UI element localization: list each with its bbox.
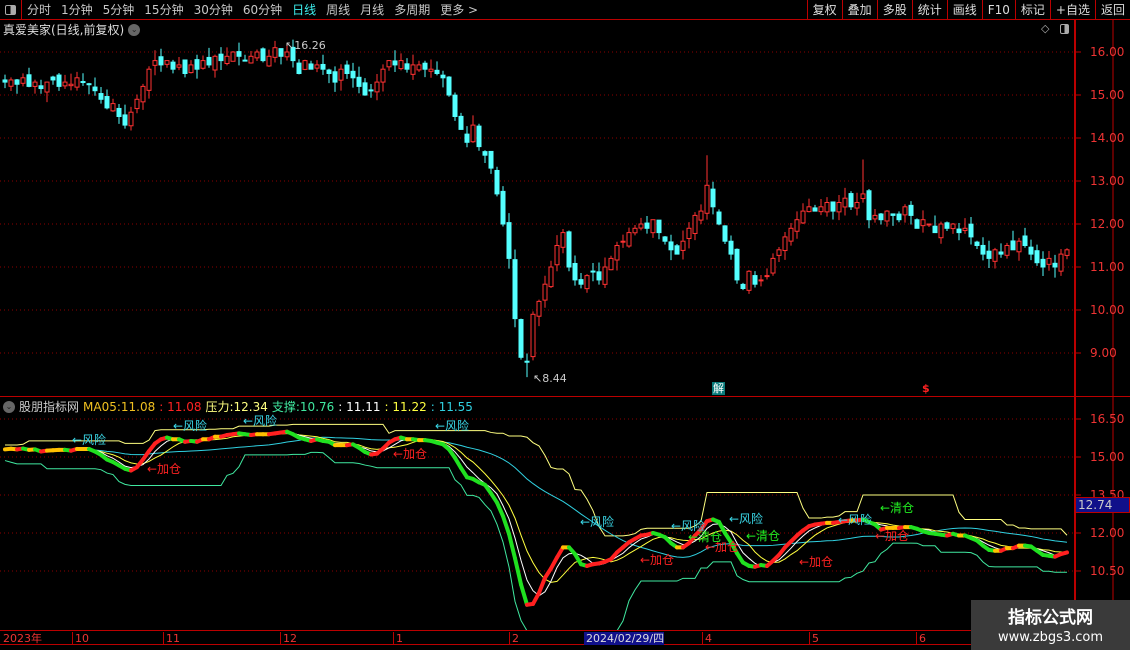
time-label: 2023年 (3, 632, 42, 645)
risk-annotation: ←风险 (729, 512, 764, 526)
trend-segment (507, 531, 517, 561)
clear-position-annotation: ←清仓 (688, 530, 723, 544)
trend-segment (519, 582, 529, 607)
pressure-line (5, 423, 1068, 537)
risk-annotation: ←风险 (838, 513, 873, 527)
time-label: 11 (163, 632, 180, 645)
cursor-date-label: 2024/02/29/四 (584, 632, 665, 645)
risk-annotation: ←风险 (173, 419, 208, 433)
add-position-annotation: ←加仓 (799, 555, 834, 569)
watermark-url: www.zbgs3.com (997, 630, 1104, 645)
time-label: 4 (702, 632, 712, 645)
risk-annotation: ←风险 (243, 414, 278, 428)
time-label: 2 (509, 632, 519, 645)
add-position-annotation: ←加仓 (640, 553, 675, 567)
indicator-chart[interactable] (0, 0, 1130, 630)
risk-annotation: ←风险 (435, 419, 470, 433)
time-label: 1 (393, 632, 403, 645)
y-tick-label: 16.50 (1090, 412, 1125, 426)
time-label: 6 (916, 632, 926, 645)
trend-segment (1059, 550, 1069, 557)
add-position-annotation: ←加仓 (393, 447, 428, 461)
time-label: 10 (72, 632, 89, 645)
watermark: 指标公式网 www.zbgs3.com (971, 600, 1130, 650)
add-position-annotation: ←加仓 (147, 462, 182, 476)
time-label: 5 (809, 632, 819, 645)
clear-position-annotation: ←清仓 (746, 529, 781, 543)
time-axis[interactable]: 2023年 10 11 12 1 2 2024/02/29/四 4 5 6 (0, 630, 1130, 645)
risk-annotation: ←风险 (72, 433, 107, 447)
trend-segment (501, 514, 511, 536)
y-tick-label: 10.50 (1090, 564, 1125, 578)
clear-position-annotation: ←清仓 (880, 501, 915, 515)
time-label: 12 (280, 632, 297, 645)
y-tick-label: 12.00 (1090, 526, 1125, 540)
risk-annotation: ←风险 (580, 515, 615, 529)
add-position-annotation: ←加仓 (875, 529, 910, 543)
y-tick-label: 15.00 (1090, 450, 1125, 464)
trend-segment (537, 575, 547, 595)
watermark-title: 指标公式网 (1008, 608, 1093, 628)
current-price-tag: 12.74 (1075, 497, 1130, 513)
